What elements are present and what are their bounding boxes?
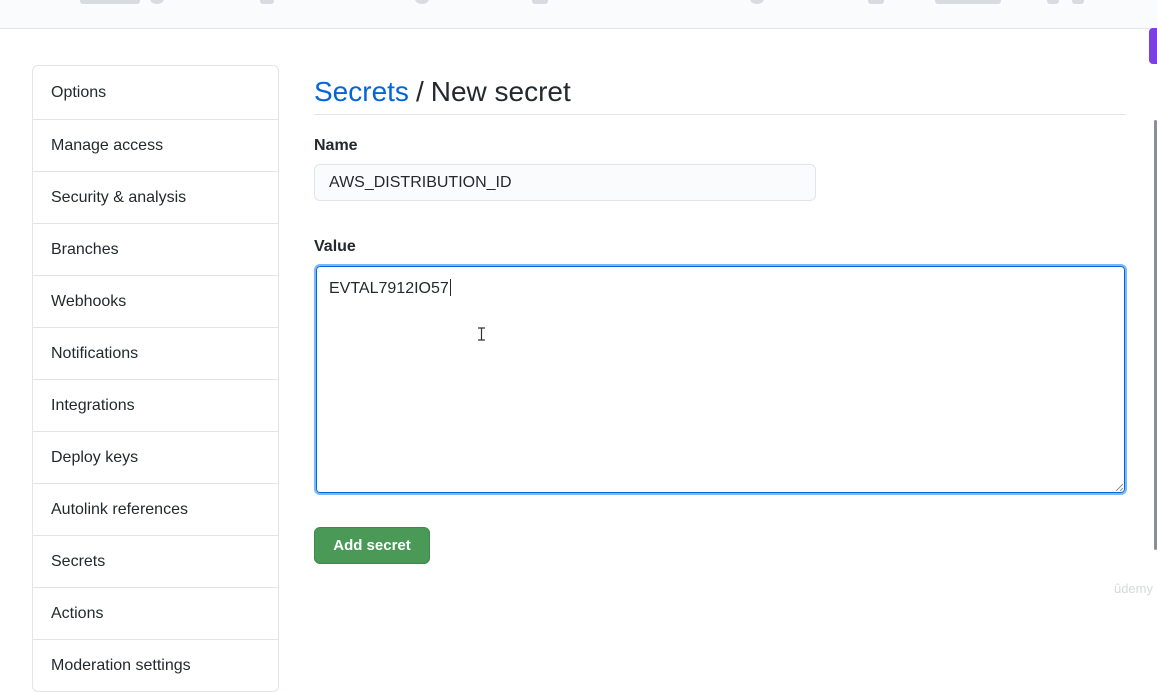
sidebar-item-label: Actions bbox=[51, 604, 104, 622]
sidebar-item-webhooks[interactable]: Webhooks bbox=[33, 275, 278, 327]
sidebar-item-label: Manage access bbox=[51, 136, 164, 154]
sidebar-item-label: Branches bbox=[51, 240, 119, 258]
sidebar-item-manage-access[interactable]: Manage access bbox=[33, 119, 278, 171]
sidebar-item-deploy-keys[interactable]: Deploy keys bbox=[33, 431, 278, 483]
sidebar-item-branches[interactable]: Branches bbox=[33, 223, 278, 275]
nav-icon-stub[interactable] bbox=[868, 0, 884, 4]
sidebar-item-label: Notifications bbox=[51, 344, 139, 362]
nav-tab-stub[interactable] bbox=[80, 0, 140, 4]
sidebar-item-label: Deploy keys bbox=[51, 448, 139, 466]
page-title: Secrets / New secret bbox=[314, 65, 1126, 115]
sidebar-item-options[interactable]: Options bbox=[33, 66, 278, 119]
sidebar-item-actions[interactable]: Actions bbox=[33, 587, 278, 639]
sidebar-item-secrets[interactable]: Secrets bbox=[33, 535, 278, 587]
sidebar-item-moderation-settings[interactable]: Moderation settings bbox=[33, 639, 278, 691]
settings-sidebar: Options Manage access Security & analysi… bbox=[32, 65, 279, 692]
nav-icon-stub[interactable] bbox=[260, 0, 274, 4]
sidebar-item-security-analysis[interactable]: Security & analysis bbox=[33, 171, 278, 223]
nav-icon-stub[interactable] bbox=[1072, 0, 1084, 4]
nav-icon-stub[interactable] bbox=[415, 0, 429, 4]
sidebar-item-autolink-references[interactable]: Autolink references bbox=[33, 483, 278, 535]
sidebar-item-label: Webhooks bbox=[51, 292, 127, 310]
sidebar-item-label: Integrations bbox=[51, 396, 135, 414]
name-label: Name bbox=[314, 137, 358, 154]
text-cursor-icon bbox=[478, 327, 485, 341]
breadcrumb-separator: / bbox=[415, 75, 424, 107]
nav-icon-stub[interactable] bbox=[532, 0, 548, 4]
sidebar-item-label: Autolink references bbox=[51, 500, 188, 518]
top-navigation-bar bbox=[0, 0, 1157, 29]
sidebar-item-label: Security & analysis bbox=[51, 188, 187, 206]
nav-icon-stub[interactable] bbox=[1047, 0, 1059, 4]
sidebar-item-integrations[interactable]: Integrations bbox=[33, 379, 278, 431]
secret-name-input[interactable] bbox=[314, 164, 816, 201]
value-label: Value bbox=[314, 238, 356, 255]
breadcrumb-current: New secret bbox=[430, 75, 571, 107]
nav-icon-stub[interactable] bbox=[750, 0, 764, 4]
watermark-logo: ûdemy bbox=[1113, 581, 1153, 596]
add-secret-button[interactable]: Add secret bbox=[314, 527, 430, 564]
secret-value-text: EVTAL7912IO57 bbox=[329, 280, 449, 297]
nav-icon-stub[interactable] bbox=[150, 0, 164, 4]
resize-grip-icon[interactable] bbox=[1115, 483, 1123, 491]
nav-tab-stub[interactable] bbox=[935, 0, 1001, 4]
secret-value-textarea[interactable]: EVTAL7912IO57 bbox=[314, 264, 1127, 495]
breadcrumb-secrets-link[interactable]: Secrets bbox=[314, 76, 409, 108]
side-accent-tab[interactable] bbox=[1149, 28, 1157, 64]
sidebar-item-label: Options bbox=[51, 83, 107, 101]
sidebar-item-label: Secrets bbox=[51, 552, 106, 570]
sidebar-item-label: Moderation settings bbox=[51, 656, 191, 674]
main-content: Secrets / New secret Name Value EVTAL791… bbox=[314, 65, 1127, 564]
sidebar-item-notifications[interactable]: Notifications bbox=[33, 327, 278, 379]
